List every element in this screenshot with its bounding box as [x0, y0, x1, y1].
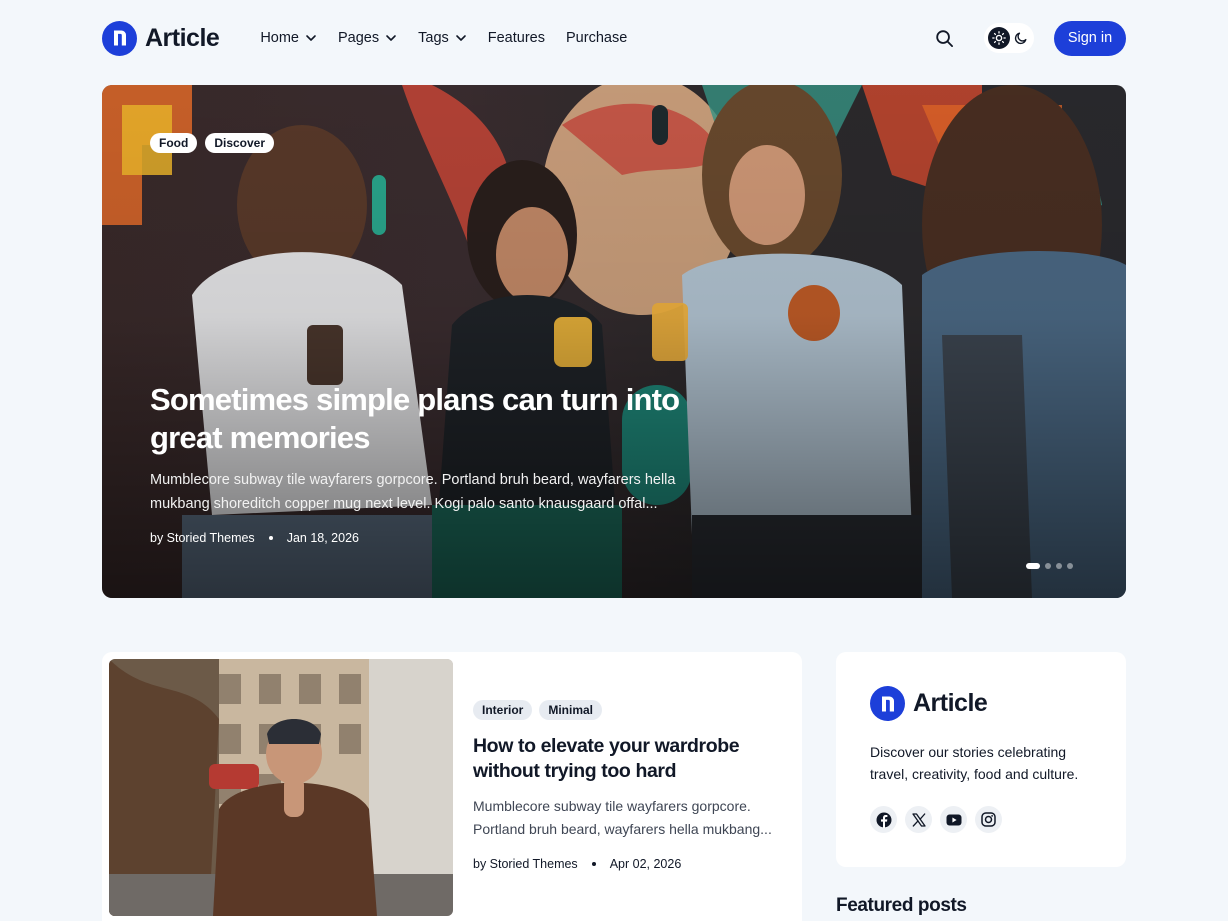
nav-item-label: Features: [487, 30, 545, 46]
sign-in-button[interactable]: Sign in: [1054, 20, 1126, 56]
site-logo[interactable]: Article: [102, 20, 220, 56]
sidebar-logo[interactable]: Article: [870, 686, 988, 721]
nav-item-label: Tags: [418, 30, 449, 46]
post-tags: Interior Minimal: [473, 700, 603, 720]
nav-item-purchase[interactable]: Purchase: [566, 30, 627, 46]
sun-icon[interactable]: [988, 27, 1010, 49]
theme-toggle[interactable]: [984, 23, 1034, 53]
moon-icon[interactable]: [1012, 29, 1030, 47]
slider-dot-1[interactable]: [1026, 563, 1040, 569]
header-actions: Sign in: [930, 20, 1126, 56]
hero-meta: by Storied Themes Jan 18, 2026: [150, 531, 359, 545]
meta-separator: [268, 536, 273, 540]
instagram-icon: [981, 812, 996, 827]
social-links: [870, 806, 1002, 833]
x-icon: [911, 812, 926, 827]
post-meta: by Storied Themes Apr 02, 2026: [473, 857, 681, 871]
instagram-link[interactable]: [975, 806, 1002, 833]
tag-discover[interactable]: Discover: [205, 133, 275, 153]
tag-food[interactable]: Food: [150, 133, 198, 153]
featured-posts-heading: Featured posts: [836, 895, 967, 916]
post-image[interactable]: [109, 659, 453, 916]
slider-dot-2[interactable]: [1045, 563, 1051, 569]
facebook-link[interactable]: [870, 806, 897, 833]
nav-item-label: Home: [260, 30, 299, 46]
post-title[interactable]: How to elevate your wardrobe without try…: [473, 734, 773, 784]
search-button[interactable]: [930, 24, 958, 52]
youtube-link[interactable]: [940, 806, 967, 833]
chevron-down-icon: [386, 35, 396, 41]
nav-item-home[interactable]: Home: [260, 30, 317, 46]
about-card: Article Discover our stories celebrating…: [836, 652, 1126, 867]
tag-minimal[interactable]: Minimal: [539, 700, 603, 720]
meta-separator: [591, 862, 596, 866]
facebook-icon: [876, 812, 891, 828]
post-card: Interior Minimal How to elevate your war…: [102, 652, 802, 921]
site-header: Article Home Pages Tags Features Purchas…: [102, 20, 1126, 56]
logo-mark-icon: [870, 686, 905, 721]
hero-author[interactable]: by Storied Themes: [150, 531, 255, 545]
tag-interior[interactable]: Interior: [473, 700, 533, 720]
slider-dot-3[interactable]: [1056, 563, 1062, 569]
slider-dot-4[interactable]: [1067, 563, 1073, 569]
logo-mark-icon: [102, 20, 137, 56]
youtube-icon: [946, 814, 961, 825]
nav-item-tags[interactable]: Tags: [418, 30, 467, 46]
hero-overlay: [102, 85, 1126, 598]
chevron-down-icon: [306, 35, 316, 41]
post-date: Apr 02, 2026: [609, 857, 682, 871]
hero-date: Jan 18, 2026: [286, 531, 359, 545]
x-link[interactable]: [905, 806, 932, 833]
post-excerpt: Mumblecore subway tile wayfarers gorpcor…: [473, 798, 772, 837]
about-description: Discover our stories celebrating travel,…: [870, 744, 1079, 782]
search-icon: [935, 29, 953, 47]
hero-slider[interactable]: Food Discover Sometimes simple plans can…: [102, 85, 1126, 598]
nav-item-label: Purchase: [566, 30, 628, 46]
nav-item-label: Pages: [338, 30, 380, 46]
nav-item-features[interactable]: Features: [488, 30, 545, 46]
post-author[interactable]: by Storied Themes: [473, 857, 578, 871]
sidebar-logo-text: Article: [913, 689, 988, 717]
hero-title[interactable]: Sometimes simple plans can turn into gre…: [150, 381, 710, 457]
chevron-down-icon: [455, 35, 466, 41]
site-logo-text: Article: [145, 23, 220, 52]
slider-pagination: [1026, 563, 1073, 569]
nav-item-pages[interactable]: Pages: [338, 30, 397, 46]
main-nav: Home Pages Tags Features Purchase: [260, 30, 627, 46]
hero-tags: Food Discover: [150, 133, 275, 153]
hero-excerpt: Mumblecore subway tile wayfarers gorpcor…: [150, 472, 676, 512]
